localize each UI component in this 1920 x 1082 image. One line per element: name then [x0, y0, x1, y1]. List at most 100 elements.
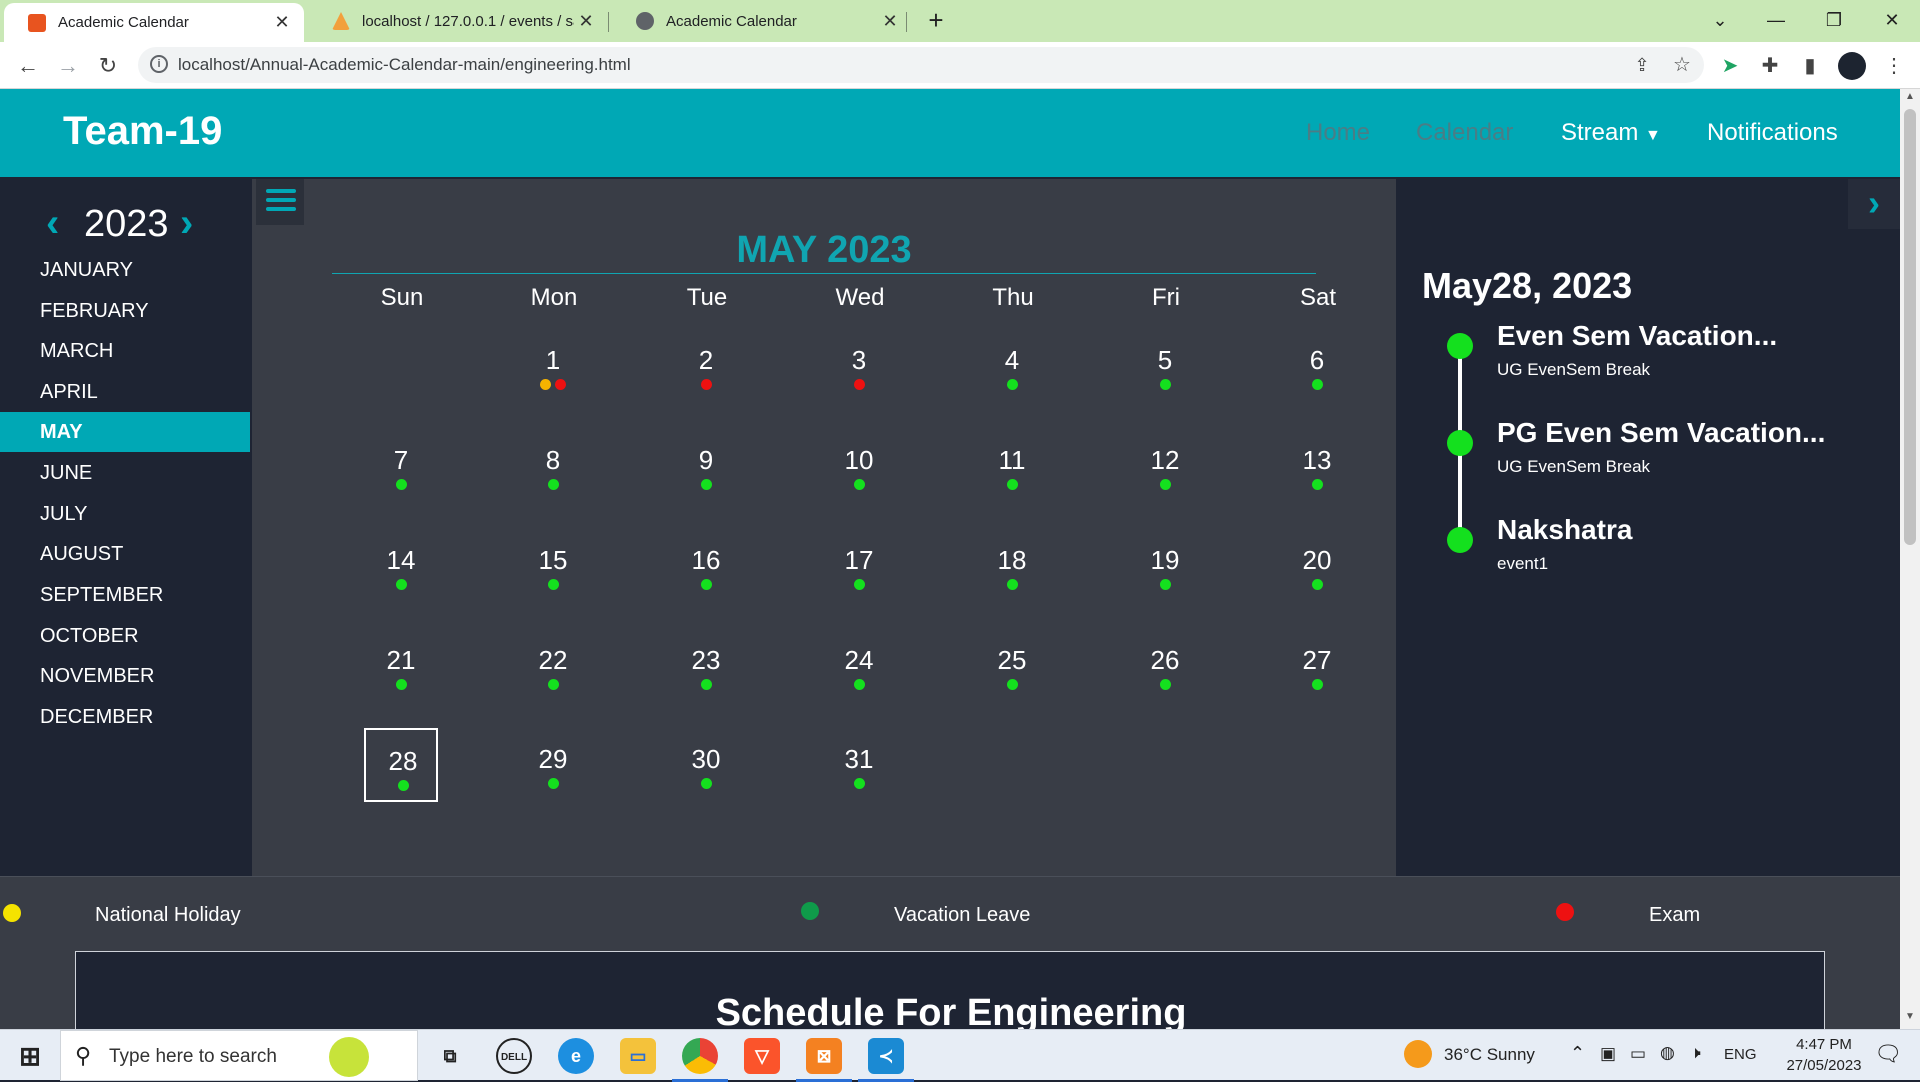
- month-item-august[interactable]: AUGUST: [0, 534, 250, 574]
- day-cell[interactable]: 25: [975, 629, 1049, 703]
- brave-icon[interactable]: ▽: [744, 1038, 780, 1074]
- close-tab-icon[interactable]: ✕: [574, 11, 598, 32]
- day-cell[interactable]: 1: [516, 329, 590, 403]
- minimize-icon[interactable]: —: [1748, 0, 1804, 40]
- month-item-june[interactable]: JUNE: [0, 453, 250, 493]
- close-tab-icon[interactable]: ✕: [878, 11, 902, 32]
- day-cell[interactable]: 8: [516, 429, 590, 503]
- day-cell[interactable]: 30: [669, 728, 743, 802]
- edge-icon[interactable]: e: [558, 1038, 594, 1074]
- scroll-down-icon[interactable]: ▼: [1900, 1011, 1920, 1022]
- day-cell[interactable]: 7: [364, 429, 438, 503]
- reload-icon[interactable]: ↻: [92, 50, 124, 82]
- day-cell[interactable]: 16: [669, 529, 743, 603]
- volume-muted-icon[interactable]: 🕨: [1690, 1043, 1701, 1063]
- close-window-icon[interactable]: ✕: [1864, 0, 1920, 40]
- day-cell[interactable]: 23: [669, 629, 743, 703]
- scrollbar-thumb[interactable]: [1904, 109, 1916, 545]
- profile-avatar[interactable]: [1838, 52, 1866, 80]
- dell-icon[interactable]: DELL: [496, 1038, 532, 1074]
- day-cell[interactable]: 19: [1128, 529, 1202, 603]
- day-cell[interactable]: 15: [516, 529, 590, 603]
- day-cell[interactable]: 11: [975, 429, 1049, 503]
- back-icon[interactable]: ←: [12, 50, 44, 82]
- month-item-september[interactable]: SEPTEMBER: [0, 575, 250, 615]
- side-panel-icon[interactable]: ▮: [1796, 52, 1824, 80]
- month-item-october[interactable]: OCTOBER: [0, 616, 250, 656]
- close-tab-icon[interactable]: ✕: [270, 12, 294, 33]
- windows-start-icon[interactable]: ⊞: [12, 1038, 48, 1074]
- day-cell[interactable]: 14: [364, 529, 438, 603]
- tab-search-icon[interactable]: ⌄: [1692, 0, 1748, 40]
- forward-icon[interactable]: →: [52, 50, 84, 82]
- day-cell[interactable]: 17: [822, 529, 896, 603]
- month-item-january[interactable]: JANUARY: [0, 250, 250, 290]
- month-item-february[interactable]: FEBRUARY: [0, 291, 250, 331]
- day-cell[interactable]: 2: [669, 329, 743, 403]
- network-globe-icon[interactable]: ◍: [1660, 1043, 1675, 1063]
- event-title[interactable]: Even Sem Vacation...: [1497, 320, 1777, 352]
- day-cell[interactable]: 29: [516, 728, 590, 802]
- day-cell[interactable]: 13: [1280, 429, 1354, 503]
- address-bar[interactable]: i localhost/Annual-Academic-Calendar-mai…: [138, 47, 1704, 83]
- day-cell[interactable]: 20: [1280, 529, 1354, 603]
- url-text[interactable]: localhost/Annual-Academic-Calendar-main/…: [178, 55, 631, 75]
- day-cell[interactable]: 6: [1280, 329, 1354, 403]
- tray-chevron-up-icon[interactable]: ⌃: [1570, 1043, 1585, 1064]
- month-item-july[interactable]: JULY: [0, 494, 250, 534]
- scroll-up-icon[interactable]: ▲: [1900, 91, 1920, 102]
- month-item-december[interactable]: DECEMBER: [0, 697, 250, 737]
- nav-calendar[interactable]: Calendar: [1416, 119, 1513, 147]
- bookmark-star-icon[interactable]: ☆: [1668, 51, 1696, 79]
- language-indicator[interactable]: ENG: [1724, 1046, 1757, 1063]
- clock-time[interactable]: 4:47 PM: [1782, 1036, 1866, 1053]
- task-view-icon[interactable]: ⧉: [432, 1038, 468, 1074]
- day-cell[interactable]: 3: [822, 329, 896, 403]
- month-item-march[interactable]: MARCH: [0, 331, 250, 371]
- chrome-icon[interactable]: [672, 1038, 728, 1082]
- day-cell[interactable]: 28: [364, 728, 438, 802]
- share-icon[interactable]: ⇪: [1628, 51, 1656, 79]
- nav-stream-dropdown[interactable]: Stream ▼: [1561, 119, 1661, 147]
- month-item-may[interactable]: MAY: [0, 412, 250, 452]
- day-cell[interactable]: 5: [1128, 329, 1202, 403]
- weather-sun-icon[interactable]: [1404, 1040, 1432, 1068]
- collapse-panel-chevron-icon[interactable]: ›: [1848, 179, 1900, 229]
- event-title[interactable]: PG Even Sem Vacation...: [1497, 417, 1825, 449]
- day-cell[interactable]: 4: [975, 329, 1049, 403]
- day-cell[interactable]: 10: [822, 429, 896, 503]
- nav-home[interactable]: Home: [1306, 119, 1370, 147]
- chrome-menu-icon[interactable]: ⋮: [1880, 52, 1908, 80]
- hamburger-menu-icon[interactable]: [256, 179, 304, 225]
- xampp-icon[interactable]: ⊠: [796, 1038, 852, 1082]
- weather-text[interactable]: 36°C Sunny: [1444, 1045, 1535, 1065]
- browser-tab[interactable]: localhost / 127.0.0.1 / events / sa ✕: [308, 0, 608, 42]
- extensions-puzzle-icon[interactable]: ✚: [1756, 52, 1784, 80]
- taskbar-search[interactable]: ⚲ Type here to search: [60, 1030, 418, 1081]
- browser-tab-active[interactable]: Academic Calendar ✕: [4, 3, 304, 42]
- event-title[interactable]: Nakshatra: [1497, 514, 1632, 546]
- day-cell[interactable]: 24: [822, 629, 896, 703]
- vscode-icon[interactable]: ≺: [858, 1038, 914, 1082]
- day-cell[interactable]: 12: [1128, 429, 1202, 503]
- day-cell[interactable]: 26: [1128, 629, 1202, 703]
- nav-notifications[interactable]: Notifications: [1707, 119, 1838, 147]
- site-info-icon[interactable]: i: [150, 55, 168, 73]
- new-tab-button[interactable]: +: [908, 0, 964, 40]
- brand-logo[interactable]: Team-19: [63, 109, 222, 154]
- restore-icon[interactable]: ❐: [1806, 0, 1862, 40]
- file-explorer-icon[interactable]: ▭: [620, 1038, 656, 1074]
- notification-center-icon[interactable]: 🗨: [1874, 1041, 1902, 1067]
- meet-now-icon[interactable]: ▣: [1600, 1044, 1616, 1064]
- send-extension-icon[interactable]: ➤: [1716, 52, 1744, 80]
- day-cell[interactable]: 9: [669, 429, 743, 503]
- day-cell[interactable]: 31: [822, 728, 896, 802]
- day-cell[interactable]: 18: [975, 529, 1049, 603]
- day-cell[interactable]: 22: [516, 629, 590, 703]
- battery-icon[interactable]: ▭: [1630, 1044, 1646, 1064]
- prev-year-icon[interactable]: ‹: [46, 201, 59, 246]
- next-year-icon[interactable]: ›: [180, 201, 193, 246]
- month-item-november[interactable]: NOVEMBER: [0, 656, 250, 696]
- day-cell[interactable]: 27: [1280, 629, 1354, 703]
- clock-date[interactable]: 27/05/2023: [1772, 1057, 1876, 1074]
